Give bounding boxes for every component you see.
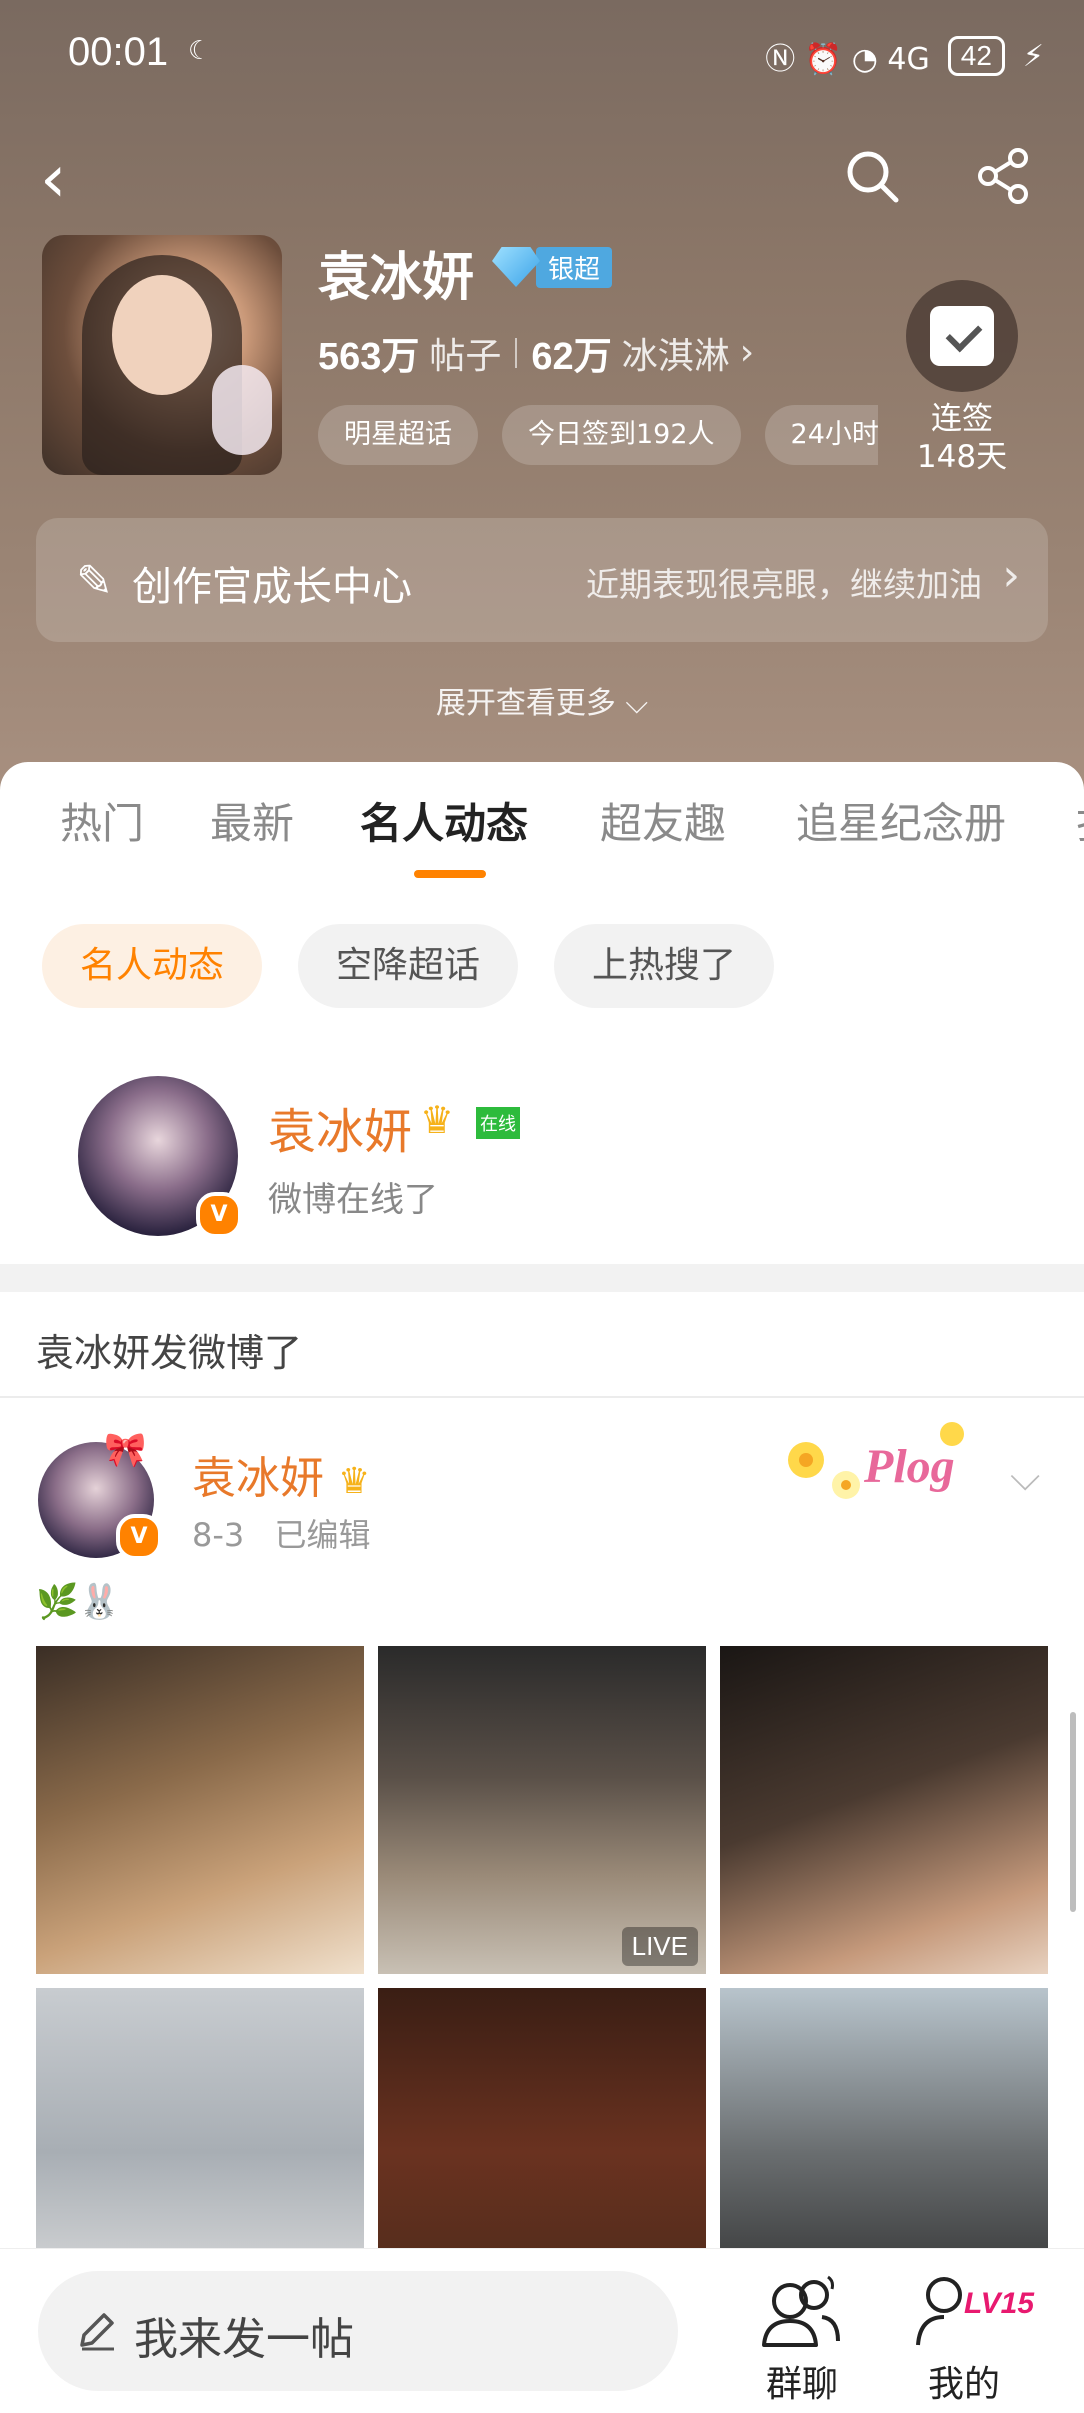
moon-icon: ☾ [188,36,212,66]
top-bar: ‹ [0,140,1084,220]
topic-header: 00:01 ☾ Ⓝ ⏰ ◔ 4G 42 ⚡ ‹ 袁冰妍 银超 563万 帖子 6… [0,0,1084,800]
mine-label: 我的 [927,2364,1000,2405]
online-badge: 在线 [476,1107,520,1139]
diamond-icon [492,247,540,287]
live-badge: LIVE [621,1927,698,1966]
status-time: 00:01 [68,30,169,74]
bottom-bar: 我来发一帖 群聊 LV15 我的 [0,2248,1084,2413]
checkin-line1: 连签 [931,401,993,437]
content-sheet: 热门 最新 名人动态 超友趣 追星纪念册 打 名人动态 空降超话 上热搜了 V … [0,762,1084,2412]
level-badge-lv15: LV15 [964,2287,1035,2320]
status-bar: 00:01 ☾ Ⓝ ⏰ ◔ 4G 42 ⚡ [68,30,1044,86]
filter-pills: 名人动态 空降超话 上热搜了 [42,924,775,1008]
chevron-down-icon[interactable]: ⌵ [1010,1454,1040,1500]
chevron-right-icon: › [1002,550,1020,601]
group-chat-icon [762,2275,840,2347]
tab-indicator [414,870,486,878]
compose-input[interactable]: 我来发一帖 [38,2271,678,2391]
avatar-decoration-icon: 🎀 [104,1430,147,1470]
tab-latest[interactable]: 最新 [210,790,294,851]
pen-icon [80,2313,114,2351]
battery-icon: 42 [947,36,1005,76]
pill-hot-search[interactable]: 上热搜了 [554,924,775,1008]
cover-lily [212,365,272,455]
pen-badge-icon: ✎ [76,556,113,607]
chip-checkin-today[interactable]: 今日签到192人 [502,405,741,465]
level-badge[interactable]: 银超 [492,245,613,289]
tab-celebrity[interactable]: 名人动态 [360,790,528,851]
post-author-name[interactable]: 袁冰妍 ♛ [192,1442,370,1506]
fans-label: 冰淇淋 [621,335,730,377]
share-icon[interactable] [972,144,1036,208]
group-chat-label: 群聊 [765,2364,838,2405]
scrollbar[interactable] [1070,1712,1076,1912]
tab-hot[interactable]: 热门 [60,790,144,851]
tab-super-friends[interactable]: 超友趣 [600,790,726,851]
topic-stats[interactable]: 563万 帖子 62万 冰淇淋 › [318,325,754,380]
post-content: 🌿🐰 [36,1582,121,1622]
post-meta: 8-3 已编辑 [192,1510,370,1556]
celebrity-name[interactable]: 袁冰妍 [268,1092,412,1162]
chip-star-topic[interactable]: 明星超话 [318,405,478,465]
posts-count: 563万 [318,336,420,378]
topic-title: 袁冰妍 [318,248,475,308]
growth-center-banner[interactable]: ✎ 创作官成长中心 近期表现很亮眼，继续加油 › [36,518,1048,642]
topic-chips: 明星超话 今日签到192人 24小时签 [318,405,878,465]
chip-24h[interactable]: 24小时签 [764,405,878,465]
plog-text: Plog [863,1440,955,1493]
post-edited: 已编辑 [274,1516,371,1554]
checkin-label: 连签 148天 [880,400,1044,476]
back-icon[interactable]: ‹ [40,146,66,212]
pill-airdrop[interactable]: 空降超话 [298,924,519,1008]
group-chat-button[interactable]: 群聊 [742,2269,862,2405]
verified-badge-icon: V [116,1514,162,1560]
search-icon[interactable] [840,144,904,208]
cover-face [112,275,212,395]
celebrity-status: 微博在线了 [268,1180,438,1220]
tab-memorial[interactable]: 追星纪念册 [796,790,1006,851]
photo-1[interactable] [36,1646,364,1974]
pill-celebrity[interactable]: 名人动态 [42,924,263,1008]
compose-placeholder: 我来发一帖 [134,2314,354,2365]
section-divider [0,1264,1084,1292]
tab-more[interactable]: 打 [1076,790,1084,851]
posts-label: 帖子 [429,335,502,377]
mine-button[interactable]: LV15 我的 [904,2269,1034,2405]
photo-2[interactable]: LIVE [378,1646,706,1974]
plog-sticker: Plog [788,1422,964,1499]
topic-cover-image[interactable] [42,235,282,475]
crown-icon: ♛ [338,1461,371,1502]
chevron-right-icon: › [739,332,755,373]
checkin-button[interactable] [906,280,1018,392]
post-date: 8-3 [192,1516,245,1554]
section-title: 袁冰妍发微博了 [36,1331,303,1375]
growth-hint: 近期表现很亮眼，继续加油 [586,565,982,604]
fans-count: 62万 [531,336,612,378]
calendar-check-icon [930,306,994,366]
post-author-text: 袁冰妍 [192,1453,324,1504]
photo-3[interactable] [720,1646,1048,1974]
crown-icon: ♛ [420,1098,455,1142]
section-line [0,1396,1084,1398]
nfc-wifi-signal-icon: Ⓝ ⏰ ◔ 4G [765,42,930,77]
expand-more-button[interactable]: 展开查看更多 ⌵ [0,678,1084,722]
tab-bar: 热门 最新 名人动态 超友趣 追星纪念册 打 [0,790,1084,880]
badge-label: 银超 [536,246,613,288]
checkin-days: 148天 [916,439,1008,475]
stats-divider [515,337,518,368]
growth-title: 创作官成长中心 [132,564,412,610]
charging-icon: ⚡ [1022,38,1044,74]
status-icons: Ⓝ ⏰ ◔ 4G 42 ⚡ [765,34,1044,78]
verified-badge-icon: V [196,1192,242,1238]
